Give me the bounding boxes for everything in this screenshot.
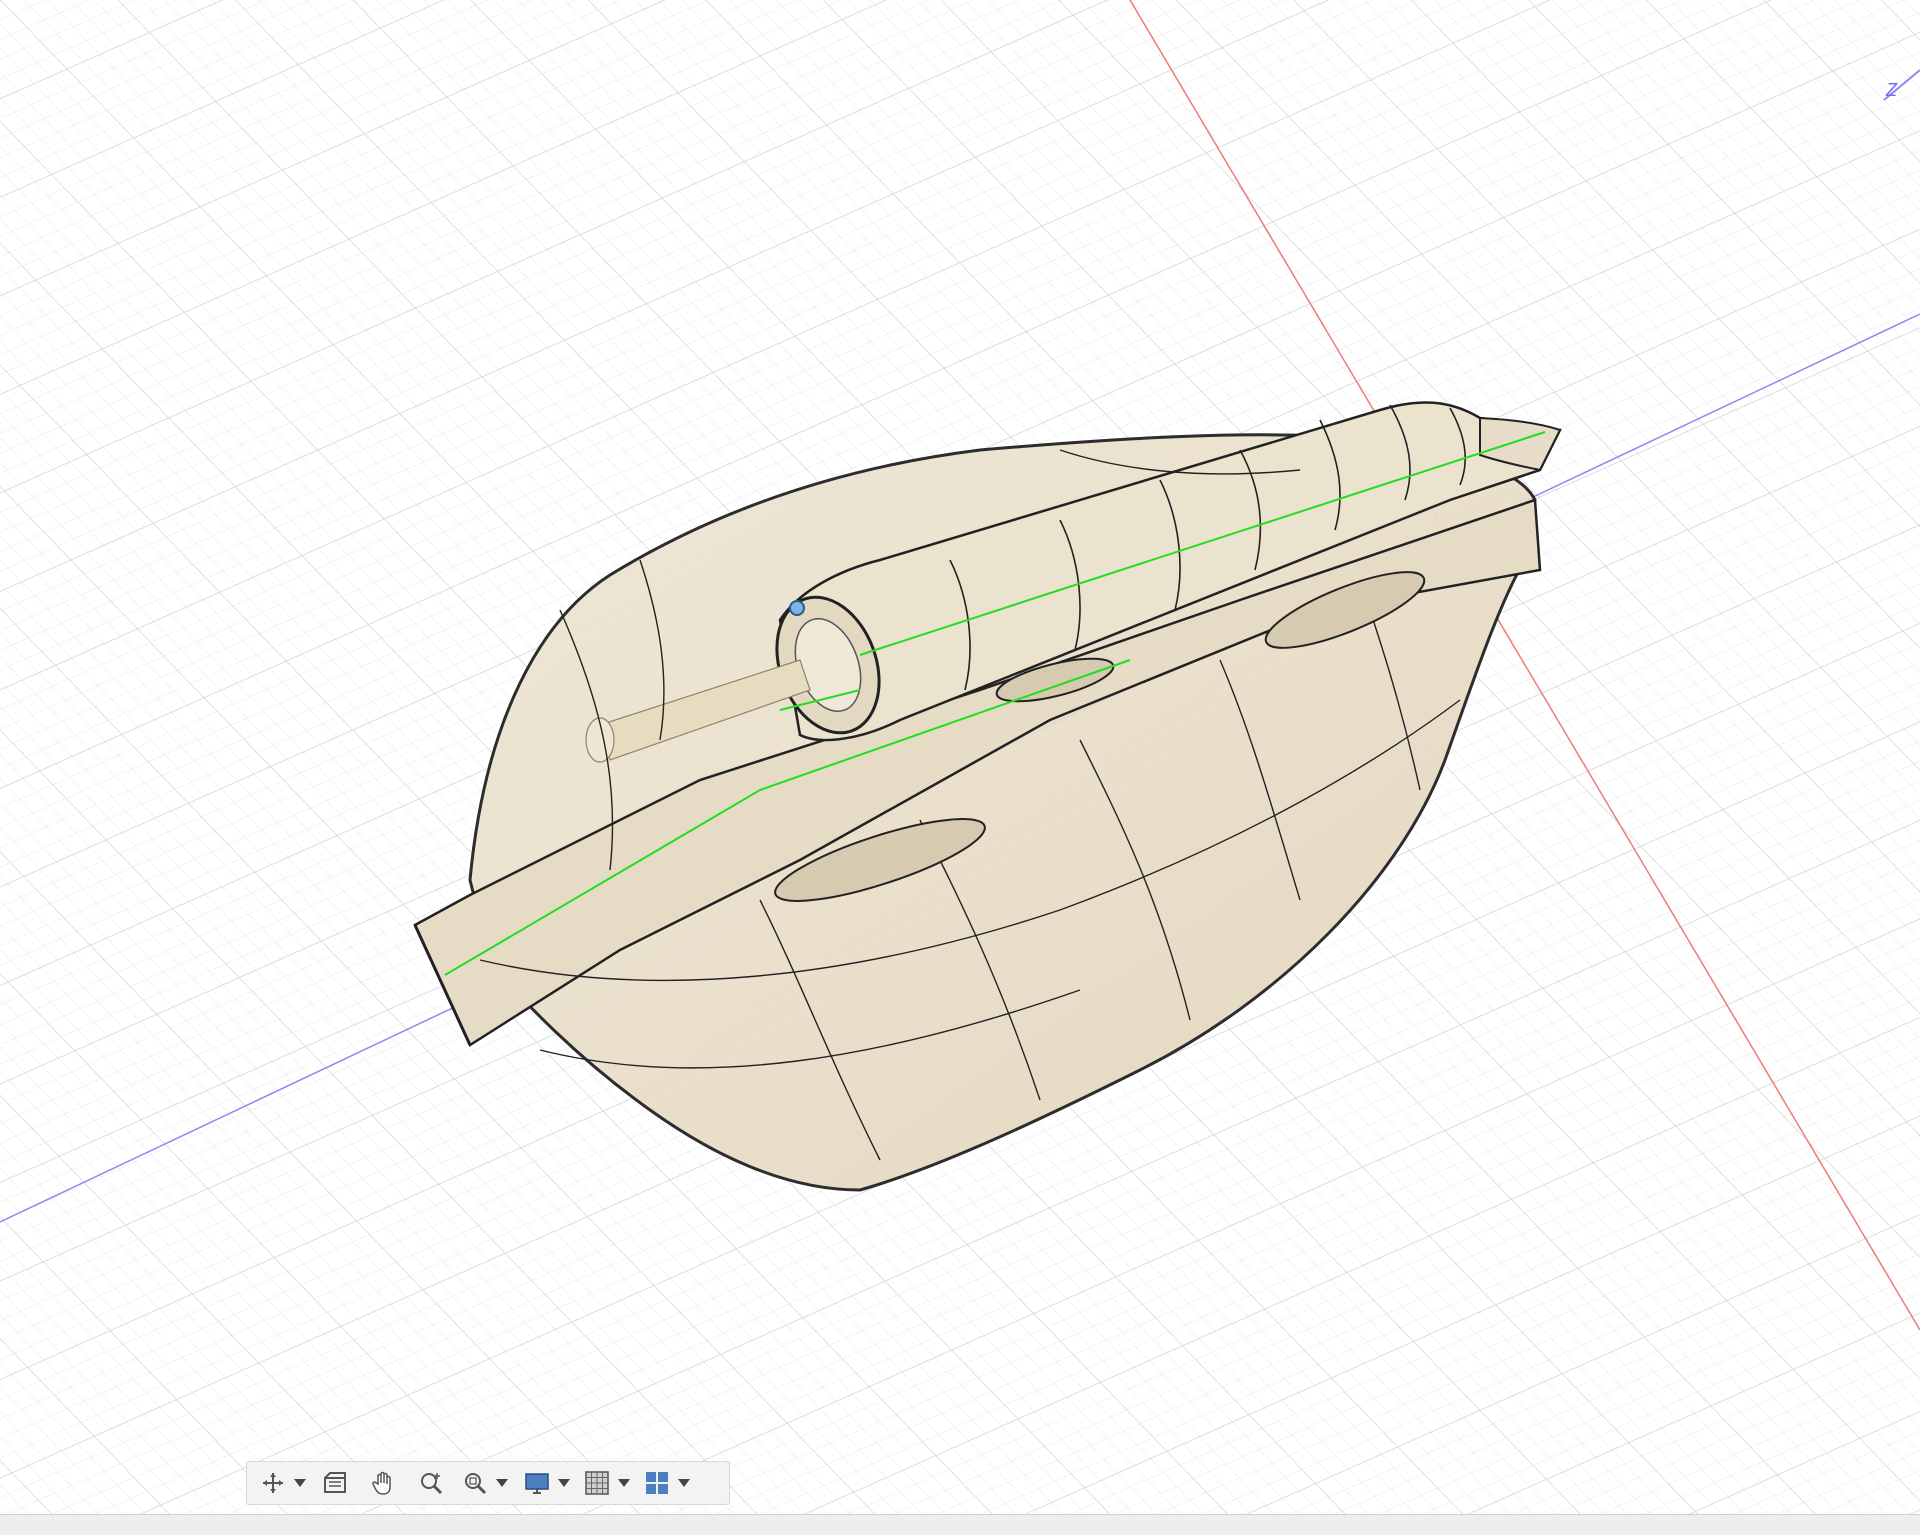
caret-down-icon <box>678 1479 690 1487</box>
viewports-menu-caret[interactable] <box>675 1465 693 1501</box>
viewcube-z-label: Z <box>1886 80 1897 100</box>
selected-vertex[interactable] <box>789 600 805 616</box>
orbit-button[interactable] <box>255 1465 291 1501</box>
look-at-button[interactable] <box>317 1465 353 1501</box>
display-menu-caret[interactable] <box>555 1465 573 1501</box>
zoom-icon <box>421 1473 443 1495</box>
grid-snaps-button[interactable] <box>579 1465 615 1501</box>
display-settings-button[interactable] <box>519 1465 555 1501</box>
zoom-menu-caret[interactable] <box>493 1465 511 1501</box>
viewports-icon <box>646 1472 668 1494</box>
caret-down-icon <box>294 1479 306 1487</box>
zoom-window-button[interactable] <box>457 1465 493 1501</box>
zoom-window-icon <box>465 1473 487 1495</box>
grid-menu-caret[interactable] <box>615 1465 633 1501</box>
look-at-icon <box>324 1472 346 1493</box>
3d-viewport-canvas[interactable] <box>0 0 1920 1534</box>
navigation-toolbar <box>246 1461 730 1505</box>
zoom-button[interactable] <box>413 1465 449 1501</box>
viewports-button[interactable] <box>639 1465 675 1501</box>
caret-down-icon <box>618 1479 630 1487</box>
orbit-menu-caret[interactable] <box>291 1465 309 1501</box>
pan-button[interactable] <box>365 1465 401 1501</box>
display-settings-icon <box>525 1473 549 1494</box>
caret-down-icon <box>558 1479 570 1487</box>
orbit-icon <box>263 1473 283 1493</box>
pan-icon <box>372 1471 391 1495</box>
caret-down-icon <box>496 1479 508 1487</box>
status-bar <box>0 1514 1920 1535</box>
grid-snaps-icon <box>585 1471 609 1495</box>
